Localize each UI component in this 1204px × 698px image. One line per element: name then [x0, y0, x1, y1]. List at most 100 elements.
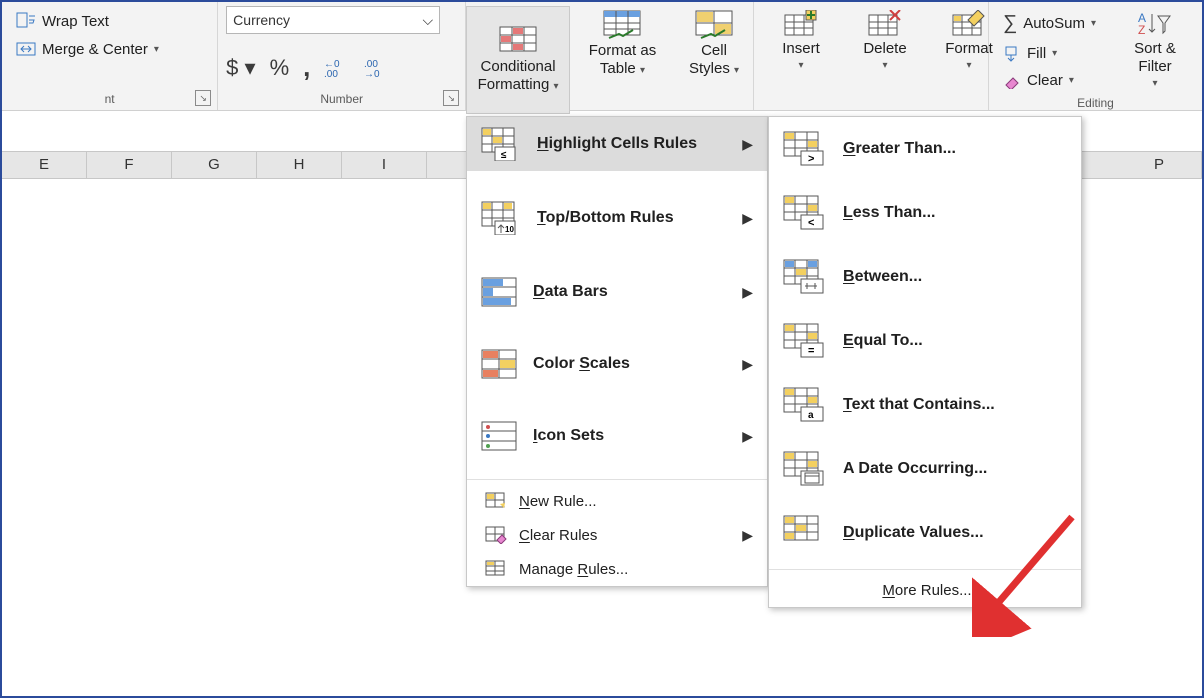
cell-styles-label: Cell Styles: [689, 42, 730, 77]
svg-text:≤: ≤: [501, 150, 507, 161]
group-editing: ∑ AutoSum ▾ Fill ▾ Clear ▾: [989, 2, 1202, 110]
autosum-label: AutoSum: [1023, 15, 1085, 32]
new-rule-icon: [485, 492, 507, 510]
color-scales-icon: [481, 349, 517, 379]
svg-text:a: a: [808, 410, 814, 421]
group-cells: Insert▾ Delete▾ Format▾: [754, 2, 989, 110]
percent-button[interactable]: %: [270, 55, 290, 81]
svg-text:>: >: [808, 153, 814, 165]
cell-styles-icon: [695, 10, 733, 40]
menu-more-rules[interactable]: More Rules...: [769, 574, 1081, 607]
delete-cells-icon: [868, 10, 902, 38]
fill-button[interactable]: Fill ▾: [997, 41, 1102, 66]
decrease-decimal-button[interactable]: .00→0: [364, 57, 390, 79]
column-header[interactable]: E: [2, 152, 87, 178]
sigma-icon: ∑: [1003, 12, 1017, 35]
column-header[interactable]: I: [342, 152, 427, 178]
group-alignment: Wrap Text Merge & Center ▾ nt ↘: [2, 2, 218, 110]
manage-rules-icon: [485, 560, 507, 578]
chevron-down-icon: ▾: [154, 44, 159, 55]
delete-label: Delete: [863, 40, 906, 58]
accounting-format-button[interactable]: $ ▾: [226, 55, 255, 81]
duplicate-values-icon: [783, 515, 825, 551]
format-as-table-label: Format as Table: [589, 42, 657, 77]
conditional-formatting-button[interactable]: Conditional Formatting ▾: [466, 6, 570, 114]
svg-text:=: =: [808, 345, 814, 357]
icon-sets-icon: [481, 421, 517, 451]
ribbon: Wrap Text Merge & Center ▾ nt ↘ Currency…: [2, 2, 1202, 111]
number-format-value: Currency: [233, 12, 290, 28]
comma-style-button[interactable]: ,: [303, 52, 310, 83]
highlight-cells-rules-submenu: > Greater Than... < Less Than... Between…: [768, 116, 1082, 608]
app-frame: Wrap Text Merge & Center ▾ nt ↘ Currency…: [0, 0, 1204, 698]
clear-rules-icon: [485, 526, 507, 544]
menu-data-bars[interactable]: Data Bars ▶: [467, 267, 767, 317]
increase-decimal-button[interactable]: ←0.00: [324, 57, 350, 79]
format-cells-icon: [952, 10, 986, 38]
group-label-number: Number: [226, 90, 457, 110]
clear-label: Clear: [1027, 72, 1063, 89]
conditional-formatting-label: Conditional Formatting: [478, 58, 556, 93]
wrap-text-button[interactable]: Wrap Text: [10, 8, 165, 34]
delete-button[interactable]: Delete▾: [846, 6, 924, 76]
dialog-launcher-alignment[interactable]: ↘: [195, 90, 211, 106]
chevron-down-icon: ⌵: [423, 12, 434, 29]
svg-text:10: 10: [505, 225, 514, 234]
wrap-text-label: Wrap Text: [42, 13, 109, 30]
menu-clear-rules[interactable]: Clear Rules ▶: [467, 518, 767, 552]
menu-less-than[interactable]: < Less Than...: [769, 181, 1081, 245]
group-label-styles: [466, 104, 753, 110]
menu-new-rule[interactable]: New Rule...: [467, 484, 767, 518]
fill-down-icon: [1003, 46, 1021, 62]
between-icon: [783, 259, 825, 295]
fill-label: Fill: [1027, 45, 1046, 62]
menu-icon-sets[interactable]: Icon Sets ▶: [467, 411, 767, 461]
equal-to-icon: =: [783, 323, 825, 359]
wrap-text-icon: [16, 12, 36, 30]
svg-text:Z: Z: [1138, 23, 1145, 37]
column-header[interactable]: F: [87, 152, 172, 178]
svg-text:→0: →0: [364, 69, 380, 79]
sort-filter-button[interactable]: AZ Sort & Filter▾: [1116, 6, 1194, 94]
menu-date-occurring[interactable]: A Date Occurring...: [769, 437, 1081, 501]
insert-button[interactable]: Insert▾: [762, 6, 840, 76]
group-label-cells: [762, 104, 980, 110]
menu-duplicate-values[interactable]: Duplicate Values...: [769, 501, 1081, 565]
menu-between[interactable]: Between...: [769, 245, 1081, 309]
group-number: Currency ⌵ $ ▾ % , ←0.00 .00→0 Number ↘: [218, 2, 466, 110]
text-contains-icon: a: [783, 387, 825, 423]
decrease-decimal-icon: .00→0: [364, 57, 390, 79]
less-than-icon: <: [783, 195, 825, 231]
chevron-right-icon: ▶: [742, 136, 753, 153]
highlight-rules-icon: ≤: [481, 127, 521, 161]
svg-text:<: <: [808, 217, 814, 229]
greater-than-icon: >: [783, 131, 825, 167]
column-header[interactable]: H: [257, 152, 342, 178]
data-bars-icon: [481, 277, 517, 307]
clear-button[interactable]: Clear ▾: [997, 68, 1102, 93]
menu-greater-than[interactable]: > Greater Than...: [769, 117, 1081, 181]
menu-color-scales[interactable]: Color Scales ▶: [467, 339, 767, 389]
number-format-select[interactable]: Currency ⌵: [226, 6, 440, 34]
menu-top-bottom-rules[interactable]: 10 Top/Bottom Rules ▶: [467, 191, 767, 245]
eraser-icon: [1003, 73, 1021, 89]
menu-equal-to[interactable]: = Equal To...: [769, 309, 1081, 373]
svg-text:.00: .00: [324, 69, 338, 79]
group-label-editing: Editing: [997, 94, 1194, 114]
column-header[interactable]: G: [172, 152, 257, 178]
conditional-formatting-menu: ≤ Highlight Cells Rules ▶ 10 Top/Bottom …: [466, 116, 768, 587]
menu-manage-rules[interactable]: Manage Rules...: [467, 552, 767, 586]
menu-text-contains[interactable]: a Text that Contains...: [769, 373, 1081, 437]
dialog-launcher-number[interactable]: ↘: [443, 90, 459, 106]
column-header[interactable]: P: [1117, 152, 1202, 178]
increase-decimal-icon: ←0.00: [324, 57, 350, 79]
menu-highlight-cells-rules[interactable]: ≤ Highlight Cells Rules ▶: [467, 117, 767, 171]
menu-label: ighlight Cells Rules: [549, 135, 697, 152]
format-as-table-button[interactable]: Format as Table ▾: [570, 6, 675, 82]
autosum-button[interactable]: ∑ AutoSum ▾: [997, 8, 1102, 39]
merge-center-label: Merge & Center: [42, 41, 148, 58]
merge-center-button[interactable]: Merge & Center ▾: [10, 36, 165, 62]
format-label: Format: [945, 40, 993, 58]
top-bottom-icon: 10: [481, 201, 521, 235]
cell-styles-button[interactable]: Cell Styles ▾: [675, 6, 753, 82]
